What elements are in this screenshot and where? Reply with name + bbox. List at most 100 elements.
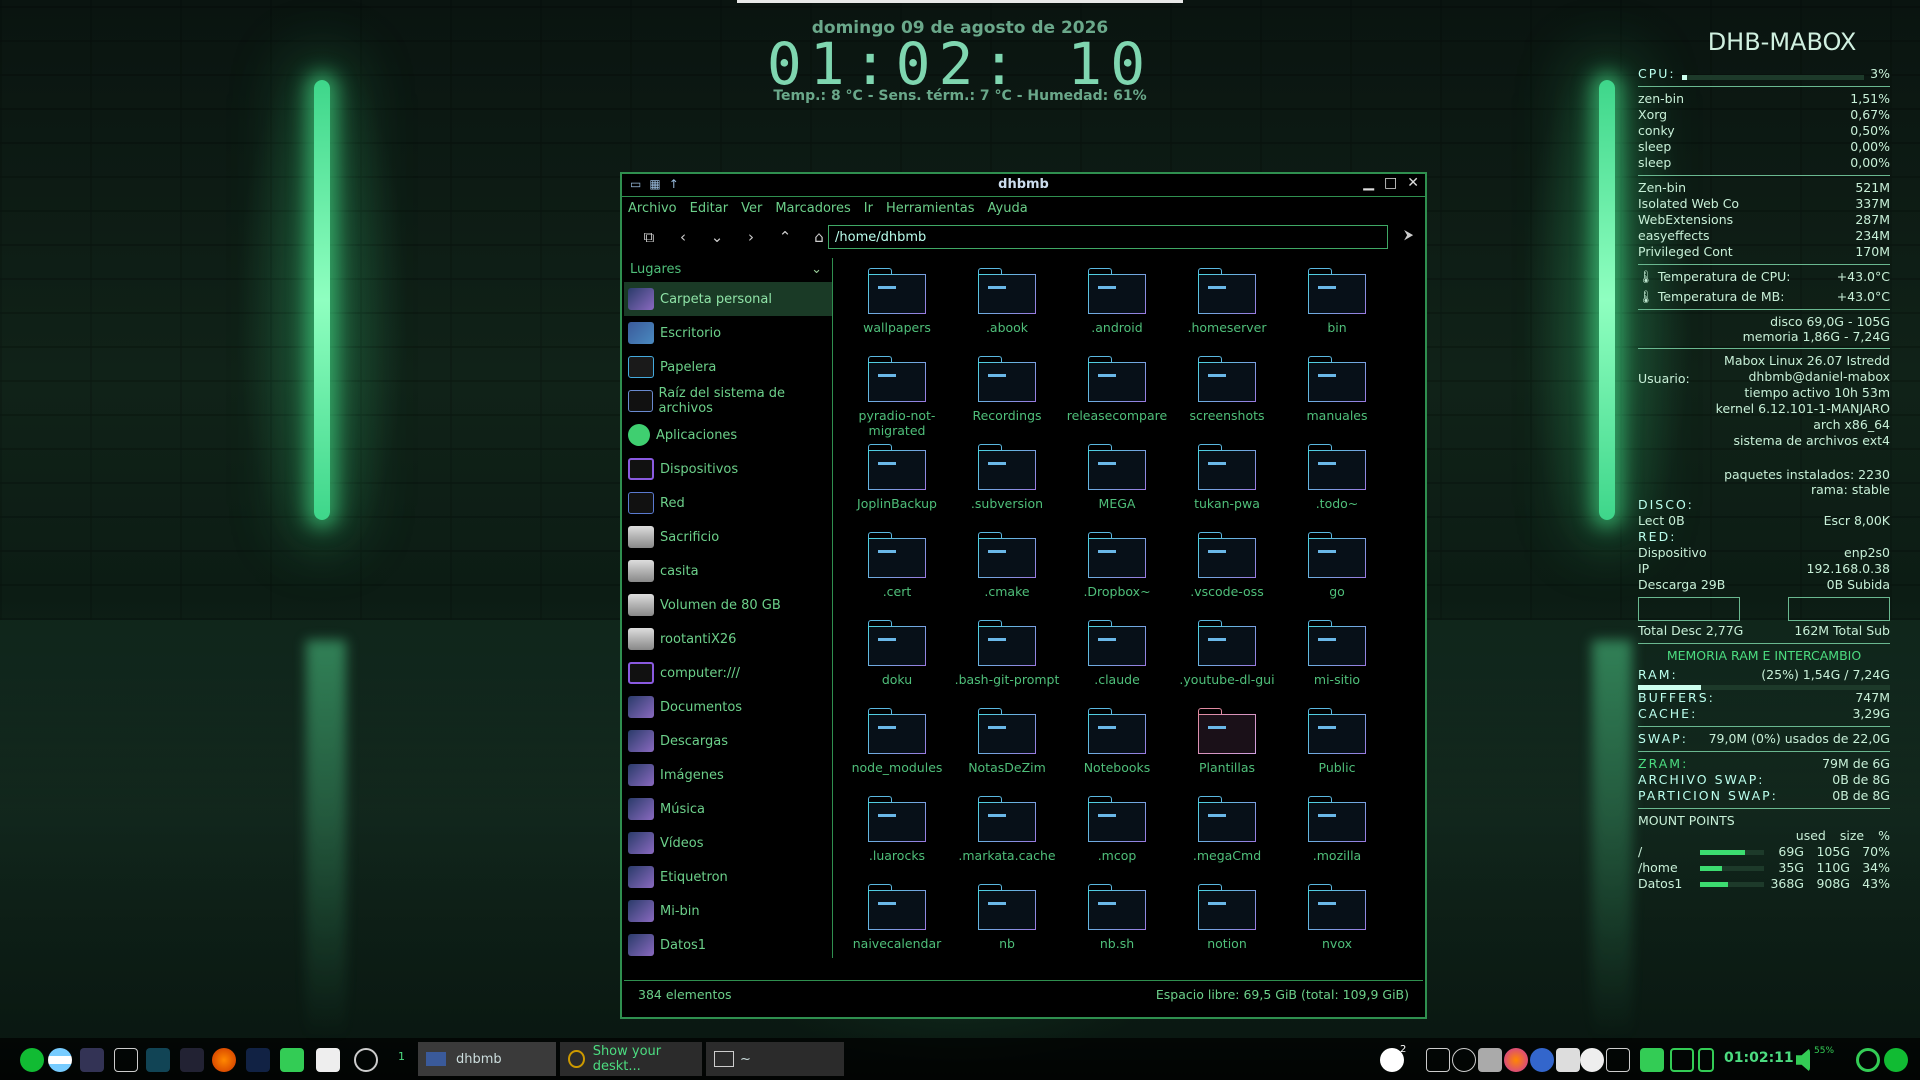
menu-ver[interactable]: Ver [741,201,762,216]
folder-item[interactable]: nvox [1282,882,1392,958]
sidebar-place-item[interactable]: Datos1 [624,928,832,962]
places-header[interactable]: Lugares ⌄ [624,258,832,282]
clock-tray-icon[interactable] [1580,1048,1604,1072]
folder-item[interactable]: wallpapers [842,266,952,354]
folder-item[interactable]: nb [952,882,1062,958]
firefox-tray-icon[interactable] [1504,1048,1528,1072]
folder-item[interactable]: mi-sitio [1282,618,1392,706]
new-tab-icon[interactable]: ⧉ [632,228,666,246]
terminal-icon[interactable] [180,1048,204,1072]
folder-item[interactable]: .markata.cache [952,794,1062,882]
tray-clock[interactable]: 01:02:11 [1724,1050,1794,1066]
history-dropdown-icon[interactable]: ⌄ [700,228,734,246]
sidebar-place-item[interactable]: Imágenes [624,758,832,792]
sidebar-place-item[interactable]: Vídeos [624,826,832,860]
sidebar-place-item[interactable]: Sacrificio [624,520,832,554]
mabox-menu-icon[interactable] [20,1048,44,1072]
sidebar-place-item[interactable]: Música [624,792,832,826]
flag-icon[interactable] [48,1048,72,1072]
sidebar-place-item[interactable]: Volumen de 80 GB [624,588,832,622]
folder-item[interactable]: manuales [1282,354,1392,442]
screenshot-icon[interactable] [1640,1048,1664,1072]
folder-item[interactable]: .luarocks [842,794,952,882]
sidebar-place-item[interactable]: Carpeta personal [624,282,832,316]
folder-item[interactable]: go [1282,530,1392,618]
folder-item[interactable]: tukan-pwa [1172,442,1282,530]
sidebar-place-item[interactable]: Documentos [624,690,832,724]
folder-item[interactable]: JoplinBackup [842,442,952,530]
keyboard-icon[interactable] [1426,1048,1450,1072]
folder-item[interactable]: .subversion [952,442,1062,530]
folder-item[interactable]: doku [842,618,952,706]
folder-item[interactable]: .todo~ [1282,442,1392,530]
menu-ayuda[interactable]: Ayuda [988,201,1028,216]
battery-icon[interactable] [1698,1048,1714,1072]
sidebar-place-item[interactable]: Etiquetron [624,860,832,894]
folder-item[interactable]: .mozilla [1282,794,1392,882]
folder-item[interactable]: .Dropbox~ [1062,530,1172,618]
folder-item[interactable]: .android [1062,266,1172,354]
folder-item[interactable]: .bash-git-prompt [952,618,1062,706]
location-bar[interactable]: /home/dhbmb [828,225,1388,249]
folder-item[interactable]: .abook [952,266,1062,354]
task-dhbmb[interactable]: dhbmb [418,1042,556,1076]
folder-item[interactable]: .mcop [1062,794,1172,882]
folder-item[interactable]: Recordings [952,354,1062,442]
window-titlebar[interactable]: ▭ ▦ ↑ dhbmb ▁ □ ✕ [622,174,1425,197]
sidebar-place-item[interactable]: casita [624,554,832,588]
settings-icon[interactable] [280,1048,304,1072]
forward-icon[interactable]: › [734,228,768,246]
folder-item[interactable]: pyradio-not-migrated [842,354,952,442]
menu-editar[interactable]: Editar [690,201,729,216]
cloud-icon[interactable] [1452,1048,1476,1072]
sidebar-place-item[interactable]: Aplicaciones [624,418,832,452]
maximize-icon[interactable]: □ [1384,175,1397,191]
logout-icon[interactable] [1884,1048,1908,1072]
sidebar-place-item[interactable]: Dispositivos [624,452,832,486]
folder-item[interactable]: .claude [1062,618,1172,706]
display-icon[interactable] [1670,1048,1694,1072]
folder-item[interactable]: .cmake [952,530,1062,618]
chevron-down-icon[interactable]: ⌄ [811,258,822,282]
task-terminal[interactable]: ~ [706,1042,844,1076]
folder-item[interactable]: notion [1172,882,1282,958]
firefox-icon[interactable] [212,1048,236,1072]
volume-icon[interactable] [1796,1048,1810,1072]
back-icon[interactable]: ‹ [666,228,700,246]
show-desktop-icon[interactable] [114,1048,138,1072]
folder-item[interactable]: NotasDeZim [952,706,1062,794]
menu-ir[interactable]: Ir [864,201,873,216]
close-icon[interactable]: ✕ [1407,175,1419,191]
task-show-desktop[interactable]: Show your deskt... [560,1042,702,1076]
folder-item[interactable]: .homeserver [1172,266,1282,354]
monitor-tray-icon[interactable] [1606,1048,1630,1072]
folder-item[interactable]: screenshots [1172,354,1282,442]
folder-item[interactable]: bin [1282,266,1392,354]
menu-archivo[interactable]: Archivo [628,201,677,216]
menu-herramientas[interactable]: Herramientas [886,201,975,216]
folder-item[interactable]: Plantillas [1172,706,1282,794]
clipboard-icon[interactable] [316,1048,340,1072]
sidebar-place-item[interactable]: Descargas [624,724,832,758]
compass-icon[interactable] [354,1048,378,1072]
app-icon[interactable] [246,1048,270,1072]
sidebar-place-item[interactable]: Raíz del sistema de archivos [624,384,832,418]
equalizer-icon[interactable] [1478,1048,1502,1072]
editor-icon[interactable] [146,1048,170,1072]
folder-item[interactable]: .youtube-dl-gui [1172,618,1282,706]
minimize-icon[interactable]: ▁ [1363,175,1374,191]
sidebar-place-item[interactable]: Papelera [624,350,832,384]
power-icon[interactable] [1856,1048,1880,1072]
folder-item[interactable]: Notebooks [1062,706,1172,794]
go-icon[interactable]: ⮞ [1404,228,1413,243]
folder-item[interactable]: .megaCmd [1172,794,1282,882]
folder-item[interactable]: nb.sh [1062,882,1172,958]
folder-item[interactable]: Public [1282,706,1392,794]
sidebar-place-item[interactable]: computer:/// [624,656,832,690]
menu-marcadores[interactable]: Marcadores [775,201,850,216]
folder-item[interactable]: node_modules [842,706,952,794]
sidebar-place-item[interactable]: Mi-bin [624,894,832,928]
up-icon[interactable]: ⌃ [768,228,802,246]
workspace-number[interactable]: 1 [398,1050,405,1063]
desktop-preview-icon[interactable] [80,1048,104,1072]
